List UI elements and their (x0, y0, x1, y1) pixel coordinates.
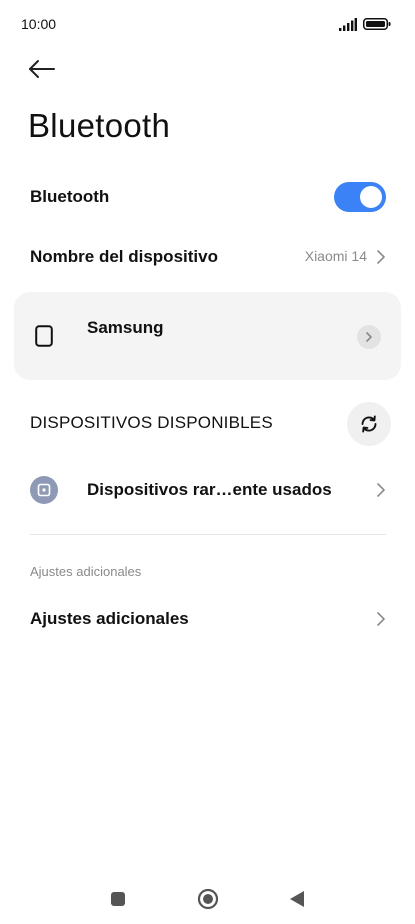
device-details-button[interactable] (357, 325, 381, 349)
additional-settings-label: Ajustes adicionales (30, 609, 189, 628)
available-devices-header: DISPOSITIVOS DISPONIBLES (30, 413, 273, 432)
device-square-icon (37, 483, 51, 497)
home-icon[interactable] (197, 888, 219, 910)
chevron-right-icon (377, 612, 385, 626)
paired-device-name: Samsung (87, 318, 164, 337)
refresh-icon (361, 415, 377, 433)
device-name-row[interactable]: Nombre del dispositivo Xiaomi 14 (0, 232, 415, 280)
status-bar: 10:00 (0, 0, 415, 48)
back-triangle-icon[interactable] (289, 890, 305, 908)
rare-devices-row[interactable]: Dispositivos rar…ente usados (0, 465, 415, 515)
rare-devices-icon (30, 476, 58, 504)
device-name-value: Xiaomi 14 (304, 248, 367, 264)
phone-icon (35, 325, 53, 347)
refresh-button[interactable] (347, 402, 391, 446)
additional-settings-caption: Ajustes adicionales (30, 564, 142, 579)
signal-icon (339, 18, 357, 31)
status-time: 10:00 (21, 16, 57, 32)
bluetooth-toggle-label: Bluetooth (30, 187, 110, 206)
back-arrow-icon[interactable] (26, 54, 60, 84)
recents-icon[interactable] (111, 892, 125, 906)
additional-settings-row[interactable]: Ajustes adicionales (0, 596, 415, 642)
navigation-bar (0, 878, 415, 924)
toggle-knob (360, 186, 382, 208)
device-name-label: Nombre del dispositivo (30, 247, 218, 266)
chevron-right-icon (377, 250, 385, 264)
rare-devices-label: Dispositivos rar…ente usados (87, 480, 332, 499)
battery-icon (363, 18, 391, 30)
paired-device-card[interactable]: Samsung (14, 292, 401, 380)
page-title: Bluetooth (28, 107, 171, 144)
chevron-right-icon (377, 483, 385, 497)
chevron-right-icon (366, 332, 372, 342)
divider (30, 534, 386, 535)
bluetooth-toggle[interactable] (334, 182, 386, 212)
